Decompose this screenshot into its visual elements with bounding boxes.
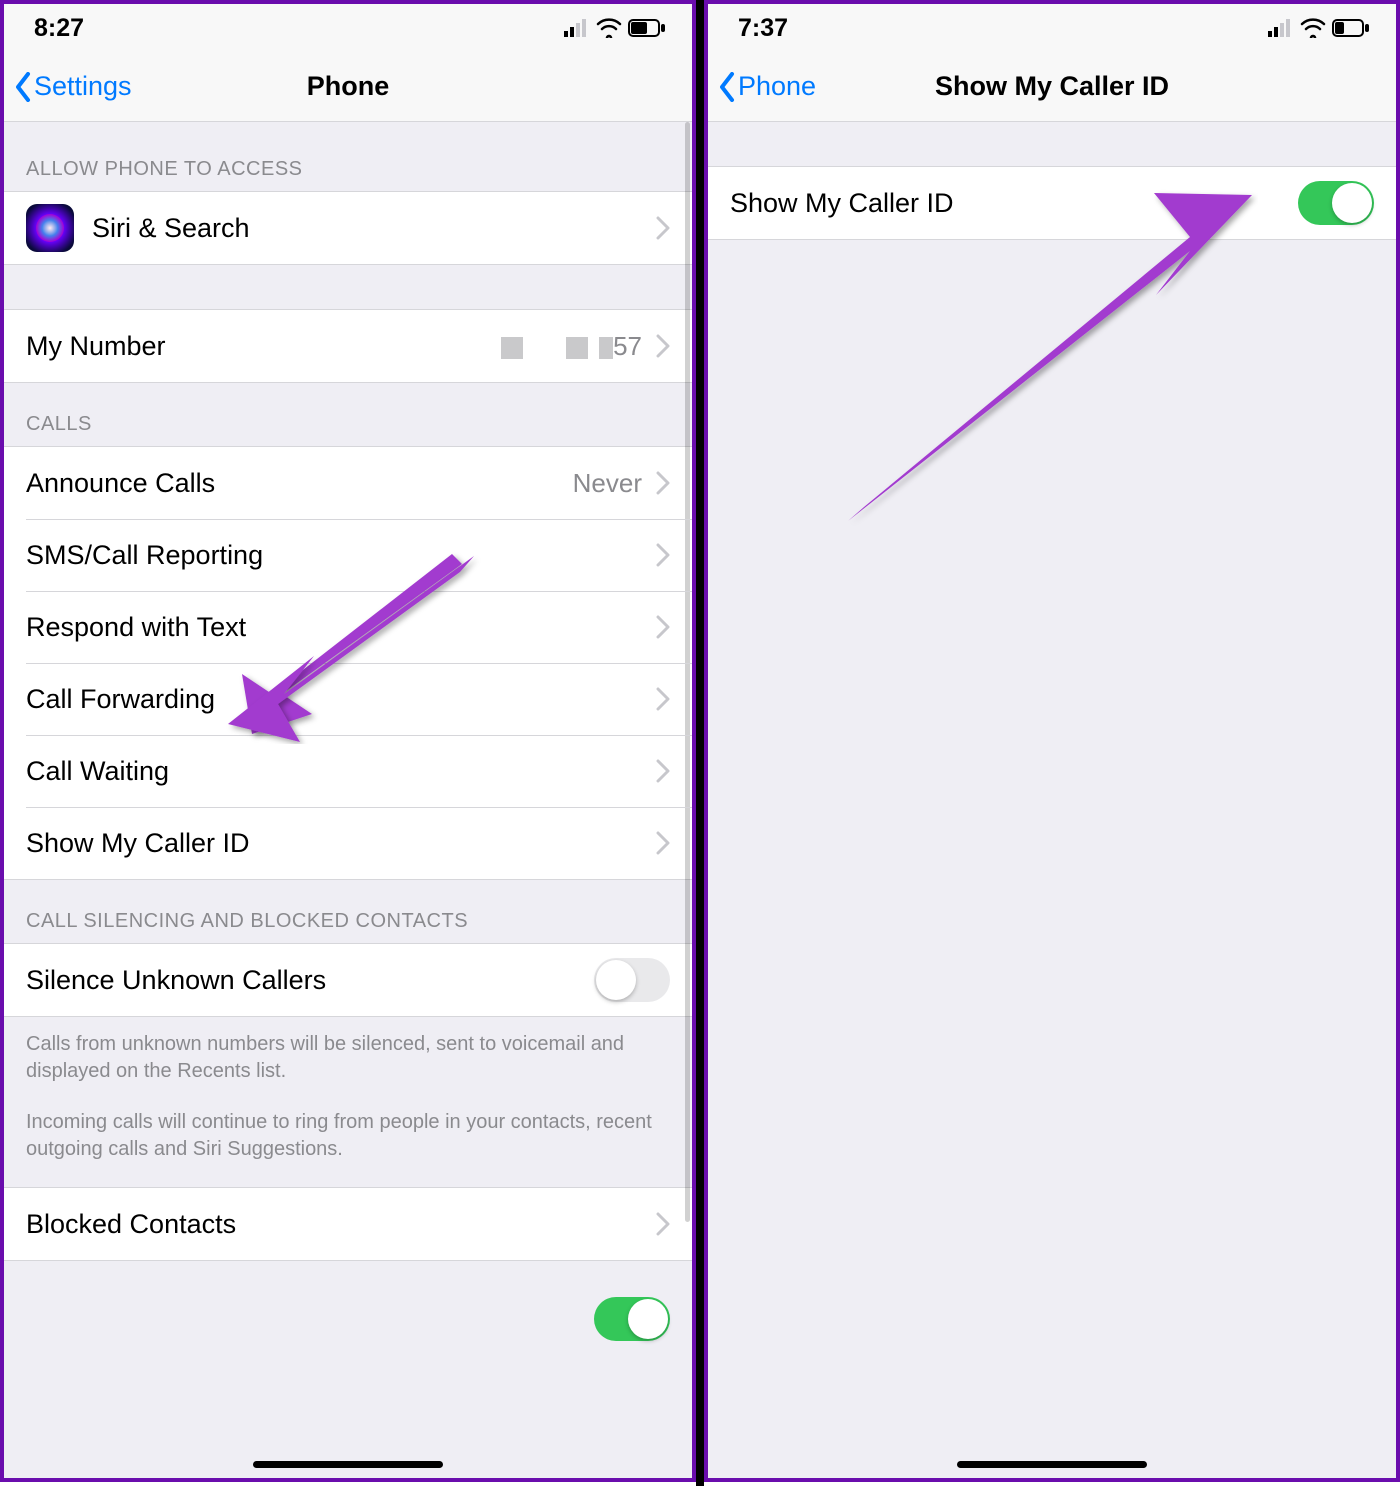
row-call-waiting[interactable]: Call Waiting — [4, 735, 692, 807]
status-icons — [564, 18, 666, 38]
back-label: Phone — [738, 71, 816, 102]
screenshot-divider — [696, 0, 704, 1486]
home-indicator — [253, 1461, 443, 1468]
chevron-right-icon — [656, 687, 670, 711]
partial-toggle-peek — [594, 1297, 670, 1341]
row-blocked-contacts[interactable]: Blocked Contacts — [4, 1188, 692, 1260]
settings-content[interactable]: Show My Caller ID — [708, 122, 1396, 1478]
settings-content[interactable]: ALLOW PHONE TO ACCESS Siri & Search My N… — [4, 122, 692, 1478]
battery-icon — [628, 19, 666, 37]
chevron-right-icon — [656, 334, 670, 358]
nav-bar: Settings Phone — [4, 52, 692, 122]
row-sms-reporting[interactable]: SMS/Call Reporting — [4, 519, 692, 591]
status-time: 7:37 — [738, 14, 788, 43]
chevron-right-icon — [656, 216, 670, 240]
footer-text-1: Calls from unknown numbers will be silen… — [4, 1017, 692, 1091]
row-call-forwarding[interactable]: Call Forwarding — [4, 663, 692, 735]
siri-icon — [26, 204, 74, 252]
redacted-block — [566, 337, 588, 359]
redacted-block — [599, 337, 613, 359]
row-label: Blocked Contacts — [26, 1209, 656, 1240]
section-header-access: ALLOW PHONE TO ACCESS — [4, 122, 692, 191]
chevron-left-icon — [14, 72, 32, 102]
my-number-value: 57 — [501, 331, 643, 362]
group-caller-id: Show My Caller ID — [708, 166, 1396, 240]
screenshot-right: 7:37 Phone Show My Caller ID Show My Cal… — [704, 0, 1400, 1482]
group-blocked-contacts: Blocked Contacts — [4, 1187, 692, 1261]
my-number-suffix: 57 — [613, 331, 642, 361]
chevron-right-icon — [656, 831, 670, 855]
group-silence: Silence Unknown Callers — [4, 943, 692, 1017]
row-label: Silence Unknown Callers — [26, 965, 594, 996]
section-header-blocked: CALL SILENCING AND BLOCKED CONTACTS — [4, 880, 692, 943]
chevron-right-icon — [656, 759, 670, 783]
toggle-silence-unknown[interactable] — [594, 958, 670, 1002]
status-bar: 7:37 — [708, 4, 1396, 52]
my-number-label: My Number — [26, 331, 501, 362]
group-calls: Announce Calls Never SMS/Call Reporting … — [4, 446, 692, 880]
battery-icon — [1332, 19, 1370, 37]
footer-text-2: Incoming calls will continue to ring fro… — [4, 1091, 692, 1187]
row-label: Call Waiting — [26, 756, 656, 787]
redacted-block — [501, 337, 523, 359]
wifi-icon — [596, 18, 622, 38]
row-my-number[interactable]: My Number 57 — [4, 310, 692, 382]
row-silence-unknown-callers[interactable]: Silence Unknown Callers — [4, 944, 692, 1016]
group-access: Siri & Search — [4, 191, 692, 265]
row-label: Respond with Text — [26, 612, 656, 643]
chevron-right-icon — [656, 543, 670, 567]
row-value: Never — [573, 468, 642, 499]
row-respond-with-text[interactable]: Respond with Text — [4, 591, 692, 663]
back-label: Settings — [34, 71, 132, 102]
siri-label: Siri & Search — [92, 213, 656, 244]
nav-bar: Phone Show My Caller ID — [708, 52, 1396, 122]
row-label: Call Forwarding — [26, 684, 656, 715]
chevron-left-icon — [718, 72, 736, 102]
wifi-icon — [1300, 18, 1326, 38]
row-label: Show My Caller ID — [26, 828, 656, 859]
toggle-show-caller-id[interactable] — [1298, 181, 1374, 225]
row-show-my-caller-id[interactable]: Show My Caller ID — [4, 807, 692, 879]
row-label: SMS/Call Reporting — [26, 540, 656, 571]
status-icons — [1268, 18, 1370, 38]
section-header-calls: CALLS — [4, 383, 692, 446]
row-siri-search[interactable]: Siri & Search — [4, 192, 692, 264]
chevron-right-icon — [656, 471, 670, 495]
home-indicator — [957, 1461, 1147, 1468]
chevron-right-icon — [656, 615, 670, 639]
row-label: Announce Calls — [26, 468, 573, 499]
group-my-number: My Number 57 — [4, 309, 692, 383]
back-button[interactable]: Settings — [14, 71, 132, 102]
cellular-icon — [1268, 19, 1294, 37]
row-label: Show My Caller ID — [730, 188, 1298, 219]
chevron-right-icon — [656, 1212, 670, 1236]
row-announce-calls[interactable]: Announce Calls Never — [4, 447, 692, 519]
cellular-icon — [564, 19, 590, 37]
back-button[interactable]: Phone — [718, 71, 816, 102]
screenshot-left: 8:27 Settings Phone ALLOW PHONE TO ACCES… — [0, 0, 696, 1482]
row-show-my-caller-id-toggle[interactable]: Show My Caller ID — [708, 167, 1396, 239]
status-bar: 8:27 — [4, 4, 692, 52]
status-time: 8:27 — [34, 14, 84, 43]
